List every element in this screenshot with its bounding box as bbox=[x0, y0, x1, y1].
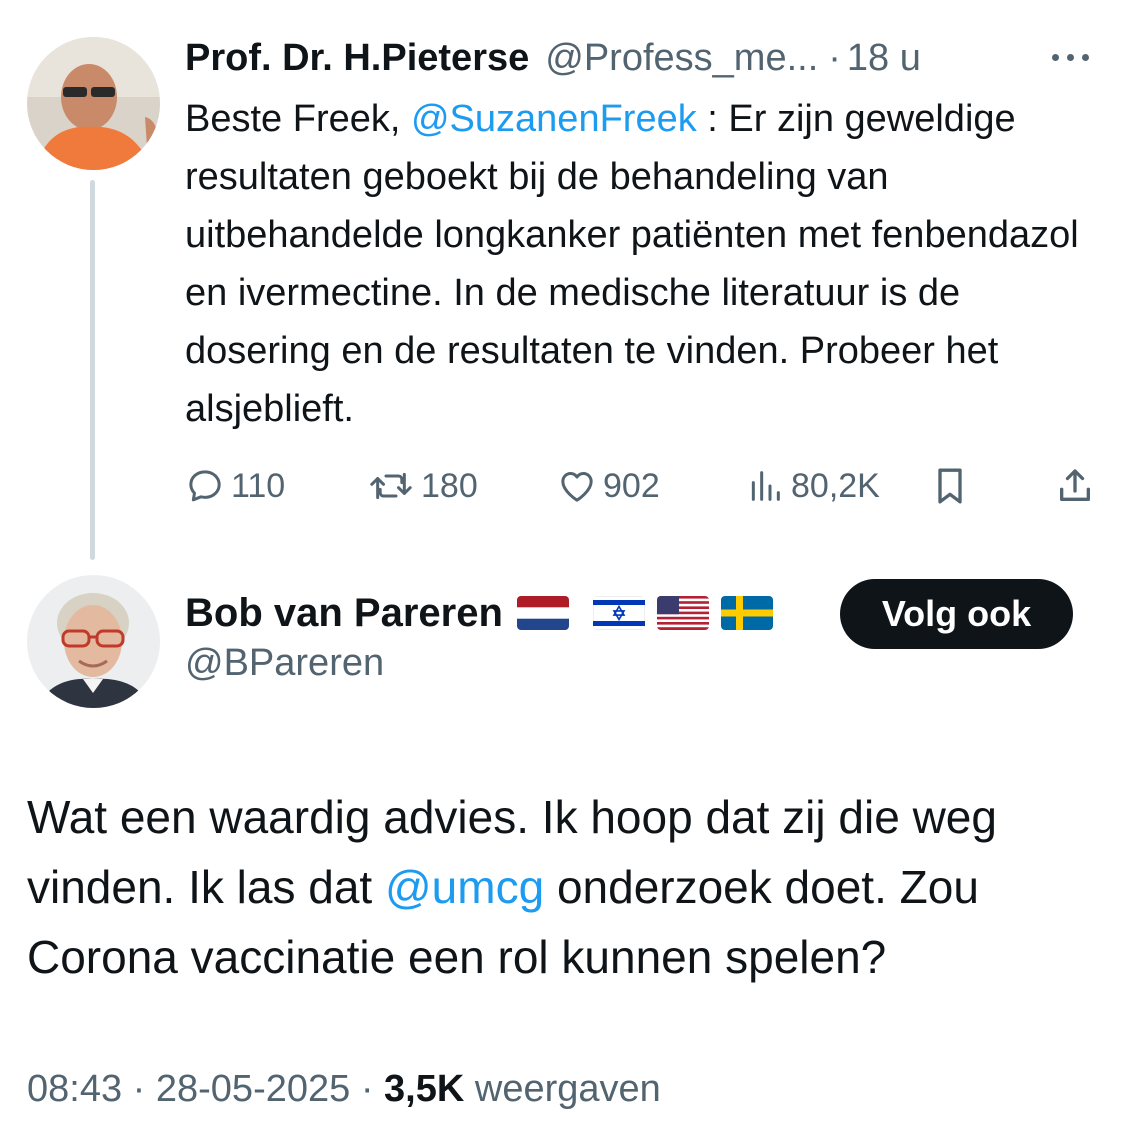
israel-flag-icon bbox=[592, 596, 645, 630]
reply-author-row: Bob van Pareren bbox=[185, 585, 785, 641]
author-handle[interactable]: @BPareren bbox=[185, 642, 384, 685]
like-button[interactable]: 902 bbox=[557, 460, 660, 512]
tweet-time[interactable]: 18 u bbox=[847, 37, 921, 80]
tweet-text: Beste Freek, @SuzanenFreek : Er zijn gew… bbox=[185, 90, 1105, 438]
tweet-actions: 110 180 902 80,2K bbox=[185, 460, 1095, 512]
share-icon bbox=[1060, 469, 1090, 501]
tweet-text-prefix: Beste Freek, bbox=[185, 98, 411, 140]
bookmark-icon bbox=[938, 468, 962, 504]
reply-count: 110 bbox=[231, 466, 286, 505]
views-button[interactable]: 80,2K bbox=[745, 460, 880, 512]
reply-icon bbox=[189, 470, 221, 502]
follow-button[interactable]: Volg ook bbox=[840, 579, 1073, 649]
separator: · bbox=[360, 1068, 374, 1110]
separator: · bbox=[132, 1068, 146, 1110]
heart-icon bbox=[561, 472, 593, 502]
flag-emoji-group bbox=[516, 596, 785, 630]
like-count: 902 bbox=[603, 466, 660, 505]
bookmark-button[interactable] bbox=[930, 460, 970, 512]
avatar[interactable] bbox=[27, 37, 160, 170]
tweet-time[interactable]: 08:43 bbox=[27, 1068, 122, 1110]
sweden-flag-icon bbox=[720, 596, 773, 630]
tweet-text-rest: : Er zijn geweldige resultaten geboekt b… bbox=[185, 98, 1079, 430]
share-button[interactable] bbox=[1055, 460, 1095, 512]
views-label[interactable]: weergaven bbox=[475, 1068, 661, 1110]
tweet-text: Wat een waardig advies. Ik hoop dat zij … bbox=[27, 782, 1107, 992]
tweet-meta: 08:43 · 28-05-2025 · 3,5K weergaven bbox=[27, 1068, 661, 1111]
tweet-date[interactable]: 28-05-2025 bbox=[156, 1068, 350, 1110]
views-icon bbox=[751, 471, 780, 501]
views-count: 80,2K bbox=[791, 466, 880, 505]
repost-button[interactable]: 180 bbox=[367, 460, 478, 512]
usa-flag-icon bbox=[656, 596, 709, 630]
author-handle[interactable]: @Profess_me... bbox=[545, 37, 818, 80]
mention-link[interactable]: @umcg bbox=[385, 861, 544, 913]
netherlands-flag-icon bbox=[516, 596, 569, 630]
mention-link[interactable]: @SuzanenFreek bbox=[411, 98, 697, 140]
thread-line bbox=[90, 180, 95, 560]
separator: · bbox=[828, 36, 841, 79]
views-count[interactable]: 3,5K bbox=[384, 1068, 464, 1110]
repost-icon bbox=[370, 472, 412, 500]
reply-button[interactable]: 110 bbox=[185, 460, 285, 512]
author-name[interactable]: Prof. Dr. H.Pieterse bbox=[185, 37, 529, 80]
tweet-header: Prof. Dr. H.Pieterse @Profess_me... · 18… bbox=[185, 32, 921, 84]
more-icon[interactable] bbox=[1048, 48, 1094, 68]
repost-count: 180 bbox=[421, 466, 478, 505]
avatar[interactable] bbox=[27, 575, 160, 708]
author-name[interactable]: Bob van Pareren bbox=[185, 591, 503, 636]
